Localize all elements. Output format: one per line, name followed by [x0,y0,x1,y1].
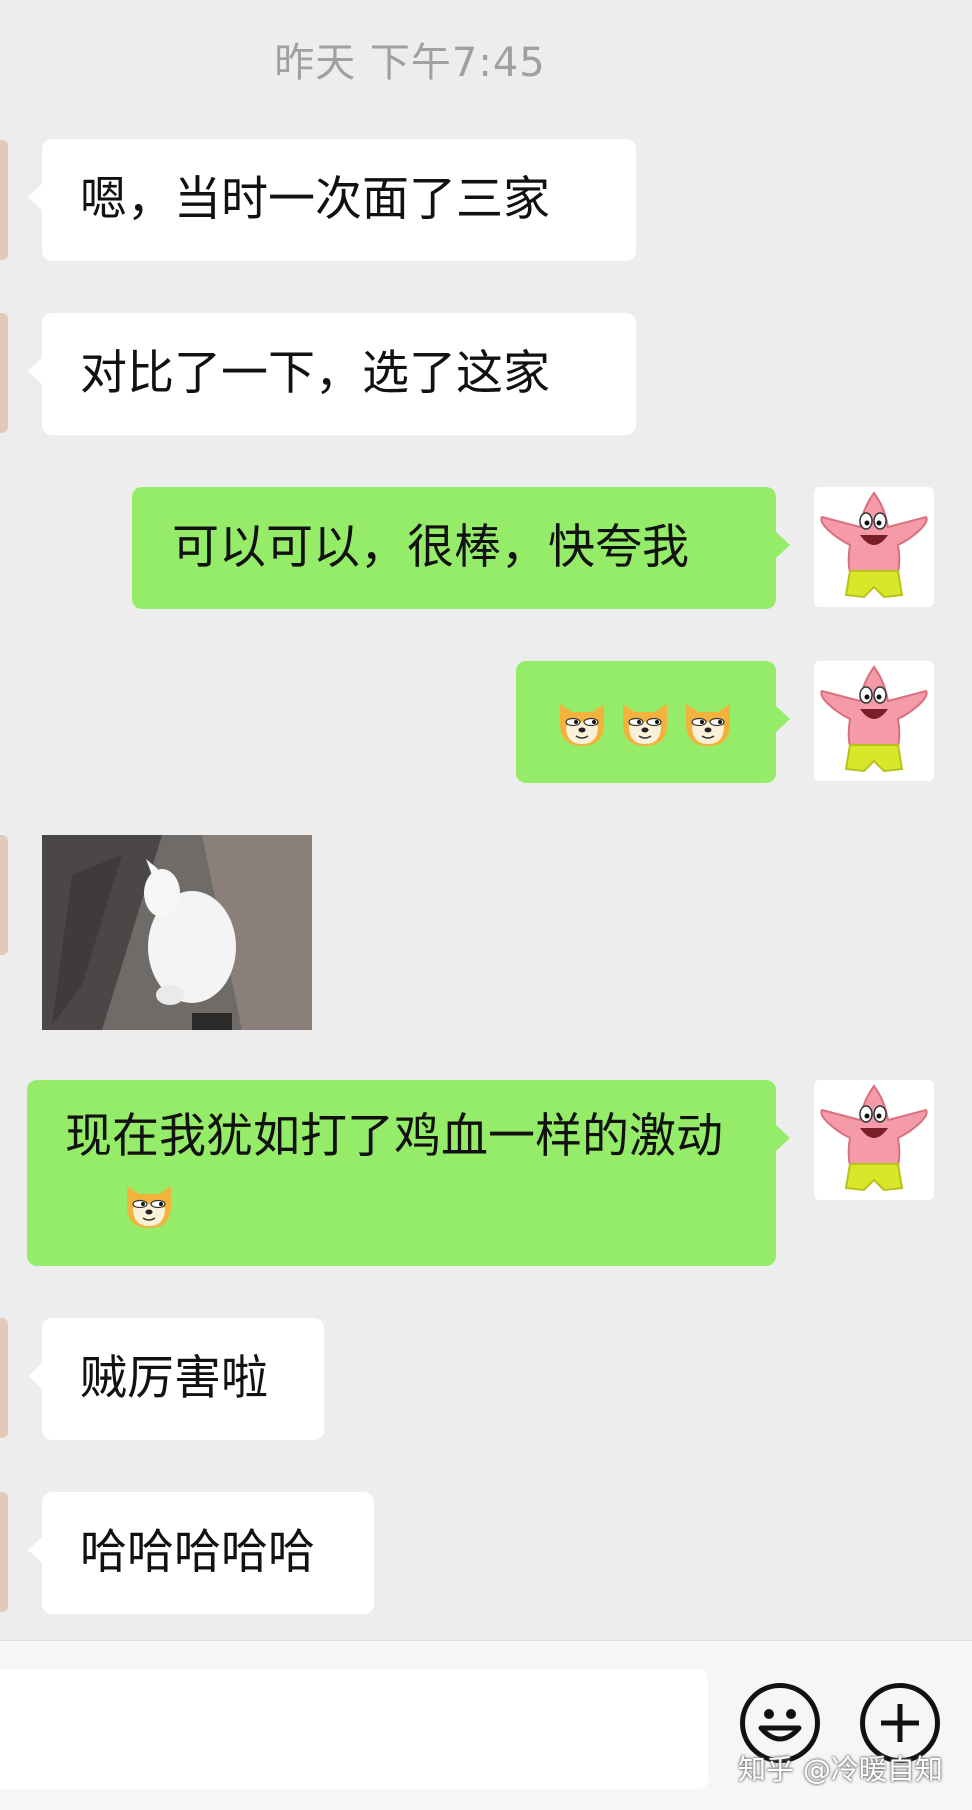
patrick-avatar-icon [814,487,934,607]
message-text: 可以可以，很棒，快夸我 [172,520,689,575]
message-bubble-outgoing[interactable]: 现在我犹如打了鸡血一样的激动 [27,1080,790,1266]
my-avatar[interactable] [814,487,934,607]
doge-emoji-icon [615,692,675,752]
message-bubble-incoming[interactable]: 哈哈哈哈哈 [28,1492,374,1614]
message-text: 现在我犹如打了鸡血一样的激动 [65,1109,723,1164]
message-text: 贼厉害啦 [80,1351,268,1406]
message-bubble-outgoing[interactable]: 可以可以，很棒，快夸我 [132,487,790,609]
message-bubble-incoming[interactable]: 对比了一下，选了这家 [28,313,636,435]
contact-avatar-1[interactable] [0,140,8,260]
patrick-avatar-icon [814,1080,934,1200]
message-text: 对比了一下，选了这家 [80,346,550,401]
my-avatar[interactable] [814,1080,934,1200]
message-bubble-outgoing[interactable] [516,661,790,783]
chat-image-white-cat[interactable] [42,835,312,1030]
message-input[interactable] [0,1669,708,1789]
contact-avatar-5[interactable] [0,1492,8,1612]
contact-avatar-3[interactable] [0,835,8,955]
message-text: 哈哈哈哈哈 [80,1525,315,1580]
white-cat-image-icon [42,835,312,1030]
contact-avatar-2[interactable] [0,313,8,433]
timestamp: 昨天 下午7:45 [274,40,546,86]
message-bubble-incoming[interactable]: 嗯，当时一次面了三家 [28,139,636,261]
doge-emoji-icon [119,1174,179,1234]
watermark: 知乎 @冷暖自知 [738,1753,943,1786]
doge-emoji-icon [678,692,738,752]
contact-avatar-4[interactable] [0,1318,8,1438]
doge-emoji-icon [552,692,612,752]
message-text: 嗯，当时一次面了三家 [80,172,550,227]
message-bubble-incoming[interactable]: 贼厉害啦 [28,1318,324,1440]
my-avatar[interactable] [814,661,934,781]
patrick-avatar-icon [814,661,934,781]
